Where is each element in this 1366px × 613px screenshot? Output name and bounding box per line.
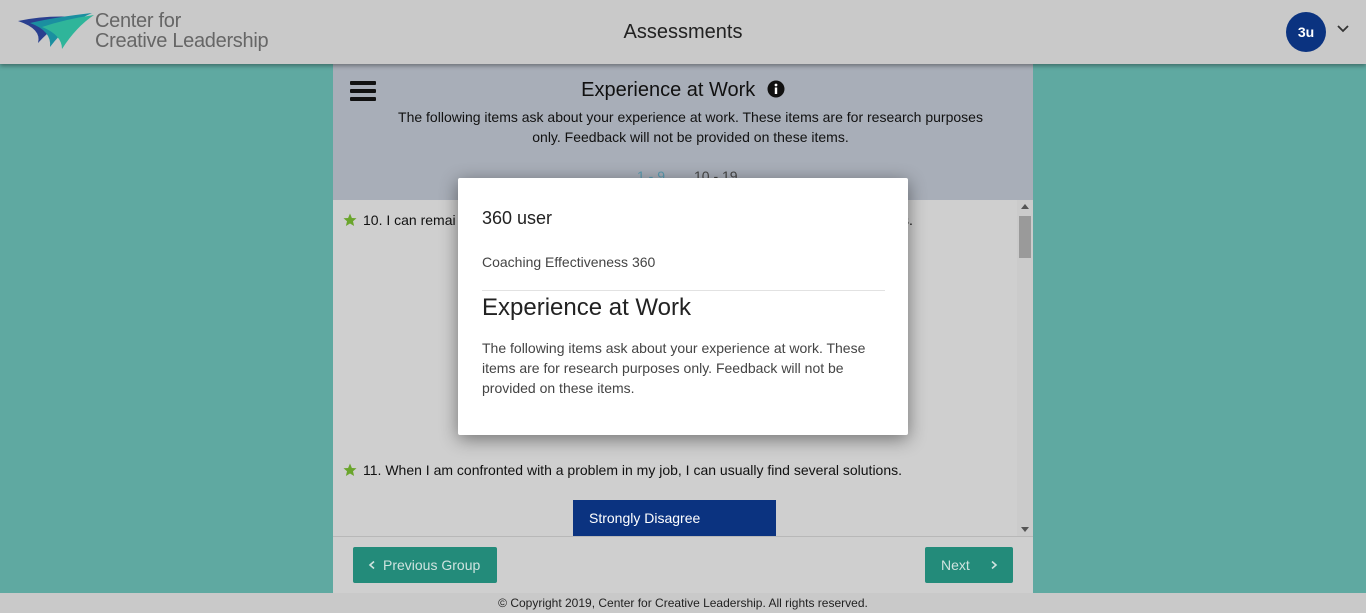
modal-user-name: 360 user xyxy=(482,208,553,228)
scrollbar[interactable] xyxy=(1017,200,1033,536)
section-title-text: Experience at Work xyxy=(581,79,756,101)
info-modal[interactable]: 360 user Coaching Effectiveness 360 Expe… xyxy=(458,178,908,435)
star-icon xyxy=(343,213,357,226)
info-icon[interactable] xyxy=(767,80,785,98)
next-label: Next xyxy=(941,557,970,573)
chevron-left-icon xyxy=(368,561,375,569)
question-11: 11. When I am confronted with a problem … xyxy=(343,462,902,478)
section-title: Experience at Work xyxy=(333,79,1033,102)
scrollbar-thumb[interactable] xyxy=(1019,216,1031,258)
navigation-bar: Previous Group Next xyxy=(333,536,1033,593)
question-10-text: I can remai xyxy=(386,212,456,228)
top-header: Center for Creative Leadership Assessmen… xyxy=(0,0,1366,64)
section-description: The following items ask about your exper… xyxy=(398,109,983,145)
previous-group-label: Previous Group xyxy=(383,557,481,573)
question-10: 10. I can remai xyxy=(343,212,456,228)
user-caret-down-icon[interactable] xyxy=(1336,22,1350,36)
modal-divider xyxy=(482,290,885,291)
question-11-text: When I am confronted with a problem in m… xyxy=(385,462,903,478)
modal-assessment-name: Coaching Effectiveness 360 xyxy=(482,254,656,270)
choice-strongly-disagree[interactable]: Strongly Disagree xyxy=(573,500,776,536)
previous-group-button[interactable]: Previous Group xyxy=(353,547,497,583)
modal-description: The following items ask about your exper… xyxy=(482,340,866,396)
star-icon xyxy=(343,463,357,476)
scroll-up-arrow-icon[interactable] xyxy=(1021,204,1029,209)
question-10-number: 10. xyxy=(363,212,383,228)
modal-title: Experience at Work xyxy=(482,294,691,321)
page-title: Assessments xyxy=(623,21,743,43)
avatar[interactable]: 3u xyxy=(1286,12,1326,52)
question-11-number: 11. xyxy=(363,462,382,478)
next-button[interactable]: Next xyxy=(925,547,1013,583)
scroll-down-arrow-icon[interactable] xyxy=(1021,527,1029,532)
copyright-footer: © Copyright 2019, Center for Creative Le… xyxy=(0,593,1366,613)
chevron-right-icon xyxy=(991,561,998,569)
